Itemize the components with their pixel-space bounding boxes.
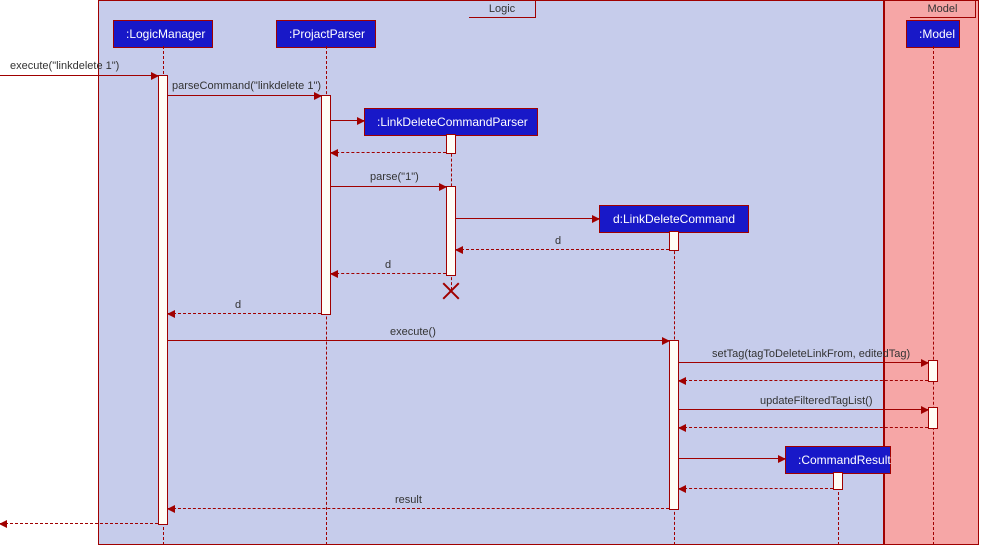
activation-projact-parser xyxy=(321,95,331,315)
msg-command-result-return xyxy=(679,488,833,489)
participant-link-delete-command: d:LinkDeleteCommand xyxy=(599,205,749,233)
label-execute-in: execute("linkdelete 1") xyxy=(10,60,119,72)
participant-link-delete-command-parser: :LinkDeleteCommandParser xyxy=(364,108,538,136)
activation-logic-manager xyxy=(158,75,168,525)
activation-model-2 xyxy=(928,407,938,429)
label-return-d3: d xyxy=(235,299,241,311)
participant-logic-manager: :LogicManager xyxy=(113,20,213,48)
participant-model: :Model xyxy=(906,20,960,48)
msg-return-external xyxy=(0,523,158,524)
region-model-title: Model xyxy=(910,1,976,18)
region-model: Model xyxy=(884,0,979,545)
label-set-tag: setTag(tagToDeleteLinkFrom, editedTag) xyxy=(712,348,910,360)
label-parse: parse("1") xyxy=(370,171,419,183)
label-result: result xyxy=(395,494,422,506)
label-update-filtered: updateFilteredTagList() xyxy=(760,395,873,407)
msg-return-d2 xyxy=(331,273,446,274)
msg-parse xyxy=(331,186,446,187)
label-return-d2: d xyxy=(385,259,391,271)
label-return-d1: d xyxy=(555,235,561,247)
msg-execute xyxy=(168,340,669,341)
activation-model-1 xyxy=(928,360,938,382)
msg-update-filtered xyxy=(679,409,928,410)
msg-create-ldc xyxy=(456,218,599,219)
region-logic-title: Logic xyxy=(469,1,536,18)
lifeline-model xyxy=(933,46,934,545)
participant-projact-parser: :ProjactParser xyxy=(276,20,376,48)
msg-return-ldcp-ctor xyxy=(331,152,446,153)
label-parse-command: parseCommand("linkdelete 1") xyxy=(172,80,321,92)
activation-command-result xyxy=(833,472,843,490)
msg-return-d1 xyxy=(456,249,669,250)
activation-ldcp-1 xyxy=(446,134,456,154)
msg-result xyxy=(168,508,669,509)
msg-set-tag-return xyxy=(679,380,928,381)
activation-ldcp-2 xyxy=(446,186,456,276)
msg-return-d3 xyxy=(168,313,321,314)
participant-command-result: :CommandResult xyxy=(785,446,891,474)
destroy-ldcp xyxy=(442,282,460,300)
sequence-diagram: Logic Model :LogicManager :ProjactParser… xyxy=(0,0,981,545)
msg-update-filtered-return xyxy=(679,427,928,428)
msg-set-tag xyxy=(679,362,928,363)
label-execute: execute() xyxy=(390,326,436,338)
msg-create-ldcp xyxy=(331,120,364,121)
msg-create-command-result xyxy=(679,458,785,459)
activation-ldc-create xyxy=(669,231,679,251)
msg-parse-command xyxy=(168,95,321,96)
msg-execute-in xyxy=(0,75,158,76)
